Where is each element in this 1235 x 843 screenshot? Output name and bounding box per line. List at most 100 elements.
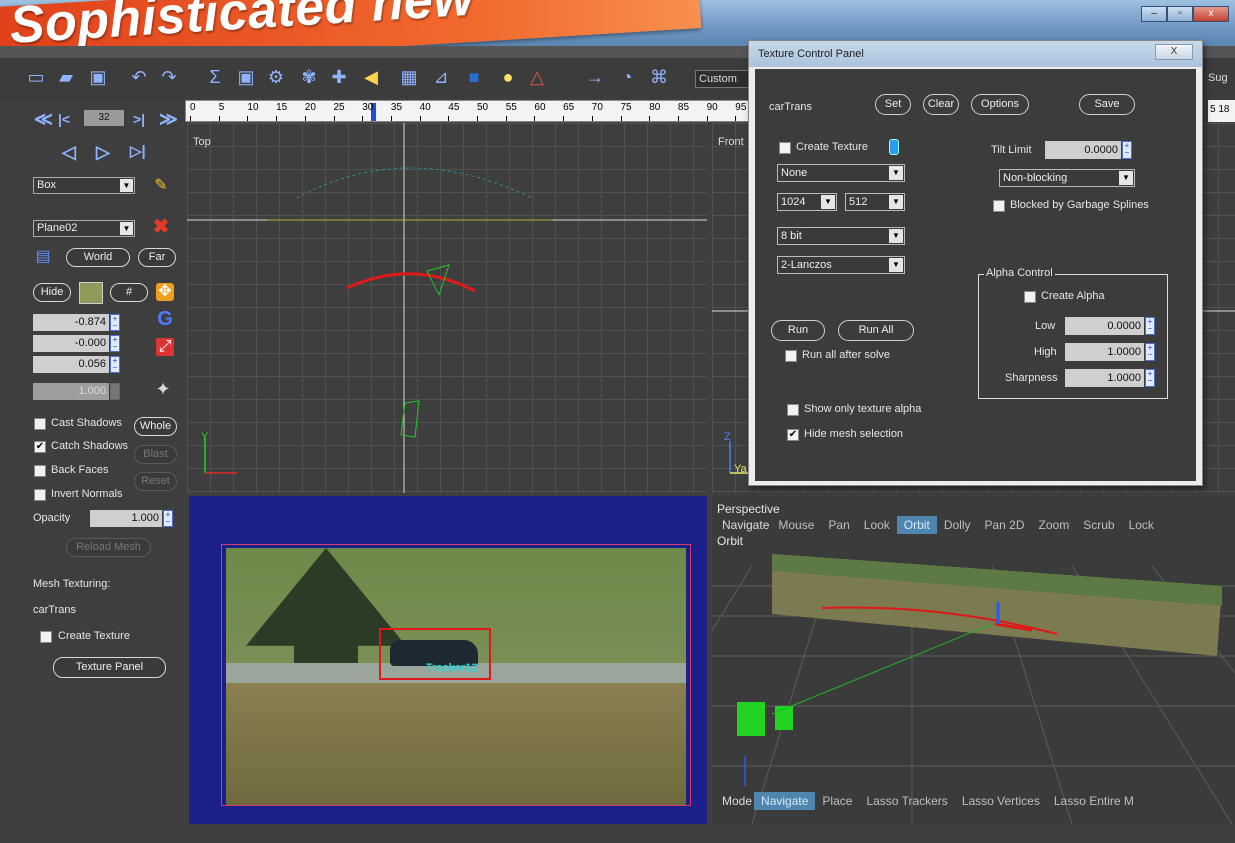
cast-shadows-checkbox[interactable] [34, 418, 46, 430]
paw-icon[interactable]: ✾ [298, 66, 320, 88]
mode-item-pan-2d[interactable]: Pan 2D [977, 516, 1031, 534]
open-icon[interactable]: ▰ [55, 66, 77, 88]
z-spinner[interactable]: + − [110, 356, 120, 373]
high-field[interactable]: 1.0000 [1065, 343, 1144, 361]
high-spinner[interactable]: + − [1145, 343, 1155, 361]
mode-item-look[interactable]: Look [857, 516, 897, 534]
object-name-select[interactable]: Plane02 ▼ [33, 220, 135, 237]
y-value-field[interactable]: -0.000 [33, 335, 109, 352]
tilt-limit-field[interactable]: 0.0000 [1045, 141, 1121, 159]
options-button[interactable]: Options [971, 94, 1029, 115]
redo-icon[interactable]: ↷ [158, 66, 180, 88]
mode-item-dolly[interactable]: Dolly [937, 516, 978, 534]
maximize-button[interactable]: ▫ [1167, 6, 1193, 22]
dlg-create-texture-checkbox[interactable] [779, 142, 791, 154]
color-swatch[interactable] [79, 282, 103, 304]
mode-item-lasso-entire-m[interactable]: Lasso Entire M [1047, 792, 1141, 810]
source-select[interactable]: None ▼ [777, 164, 905, 182]
blast-button[interactable]: Blast [134, 445, 177, 464]
catch-shadows-checkbox[interactable]: ✔ [34, 441, 46, 453]
x-value-field[interactable]: -0.874 [33, 314, 109, 331]
arrow-right-icon[interactable]: → [584, 66, 606, 88]
hide-button[interactable]: Hide [33, 283, 71, 302]
camera-viewport[interactable]: Tracker12 [189, 496, 707, 824]
sigma-icon[interactable]: Σ [204, 66, 226, 88]
move-icon[interactable]: ✚ [328, 66, 350, 88]
dialog-save-button[interactable]: Save [1079, 94, 1135, 115]
first-frame-button[interactable]: ≪ [34, 110, 53, 128]
wand-icon[interactable]: ✎ [152, 177, 170, 195]
close-button[interactable]: x [1193, 6, 1229, 22]
mode-item-pan[interactable]: Pan [821, 516, 856, 534]
depth-select[interactable]: 8 bit ▼ [777, 227, 905, 245]
mode-item-lock[interactable]: Lock [1122, 516, 1161, 534]
reload-mesh-button[interactable]: Reload Mesh [66, 538, 151, 557]
perspective-viewport[interactable]: Perspective Navigate Mouse Pan Look Orbit Dol… [712, 496, 1235, 824]
z-value-field[interactable]: 0.056 [33, 356, 109, 373]
graph-icon[interactable]: ⊿ [430, 66, 452, 88]
timeline[interactable]: 0 5 10 15 20 25 30 35 40 45 50 55 60 65 70 75 80 85 90 95 [185, 100, 750, 122]
set-button[interactable]: Set [875, 94, 911, 115]
blocking-select[interactable]: Non-blocking ▼ [999, 169, 1135, 187]
frame-field[interactable]: 32 [84, 110, 124, 126]
top-viewport[interactable]: Top Y [187, 123, 707, 493]
play-button[interactable]: ▷ [96, 143, 110, 161]
mode-item-zoom[interactable]: Zoom [1032, 516, 1077, 534]
triangle-icon[interactable]: △ [526, 66, 548, 88]
clear-button[interactable]: Clear [923, 94, 959, 115]
sharpness-field[interactable]: 1.0000 [1065, 369, 1144, 387]
texture-panel-button[interactable]: Texture Panel [53, 657, 166, 678]
scale-value-field[interactable]: 1.000 [33, 383, 109, 400]
hide-mesh-sel-checkbox[interactable]: ✔ [787, 429, 799, 441]
sharpness-spinner[interactable]: + − [1145, 369, 1155, 387]
dialog-close-button[interactable]: X [1155, 44, 1193, 60]
fit-icon[interactable]: ⌘ [648, 66, 670, 88]
world-button[interactable]: World [66, 248, 130, 267]
cube-icon[interactable]: ■ [463, 66, 485, 88]
step-back-button[interactable]: ◁ [62, 143, 76, 161]
lock-icon[interactable]: ▤ [34, 248, 52, 266]
delete-icon[interactable]: ✖ [152, 217, 170, 237]
create-texture-checkbox[interactable] [40, 631, 52, 643]
move-gizmo-icon[interactable]: ✥ [156, 283, 174, 301]
blocked-garbage-checkbox[interactable] [993, 200, 1005, 212]
opacity-spinner[interactable]: + − [163, 510, 173, 527]
step-forward-button[interactable]: ▷| [130, 143, 146, 161]
zoom-clock-icon[interactable]: ◔ [616, 66, 638, 88]
mode-item-scrub[interactable]: Scrub [1076, 516, 1121, 534]
filter-select[interactable]: 2-Lanczos ▼ [777, 256, 905, 274]
whole-button[interactable]: Whole [134, 417, 177, 436]
tilt-limit-spinner[interactable]: + − [1122, 141, 1132, 159]
gear-icon[interactable]: ⚙ [265, 66, 287, 88]
object-type-select[interactable]: Box ▼ [33, 177, 135, 194]
mode-item-navigate[interactable]: Navigate [754, 792, 816, 810]
show-only-alpha-checkbox[interactable] [787, 404, 799, 416]
far-button[interactable]: Far [138, 248, 176, 267]
mode-item-lasso-trackers[interactable]: Lasso Trackers [859, 792, 954, 810]
prev-key-button[interactable]: |< [58, 110, 70, 128]
light-icon[interactable]: ● [497, 66, 519, 88]
audio-icon[interactable]: ◀ [360, 66, 382, 88]
opacity-field[interactable]: 1.000 [90, 510, 162, 527]
calculator-icon[interactable]: ▦ [398, 66, 420, 88]
run-all-after-checkbox[interactable] [785, 350, 797, 362]
save-icon[interactable]: ▣ [87, 66, 109, 88]
low-spinner[interactable]: + − [1145, 317, 1155, 335]
scale-spinner[interactable] [110, 383, 120, 400]
width-select[interactable]: 1024 ▼ [777, 193, 837, 211]
mode-item-orbit[interactable]: Orbit [896, 516, 937, 534]
y-spinner[interactable]: + − [110, 335, 120, 352]
run-button[interactable]: Run [771, 320, 825, 341]
undo-icon[interactable]: ↶ [128, 66, 150, 88]
reset-button[interactable]: Reset [134, 472, 177, 491]
run-all-button[interactable]: Run All [838, 320, 914, 341]
next-key-button[interactable]: >| [133, 110, 145, 128]
height-select[interactable]: 512 ▼ [845, 193, 905, 211]
wrench-icon[interactable]: ✦ [154, 380, 172, 398]
x-spinner[interactable]: + − [110, 314, 120, 331]
mode-item-lasso-vertices[interactable]: Lasso Vertices [955, 792, 1047, 810]
minimize-button[interactable]: – [1141, 6, 1167, 22]
low-field[interactable]: 0.0000 [1065, 317, 1144, 335]
create-alpha-checkbox[interactable] [1024, 291, 1036, 303]
mode-item-mouse[interactable]: Mouse [771, 516, 821, 534]
